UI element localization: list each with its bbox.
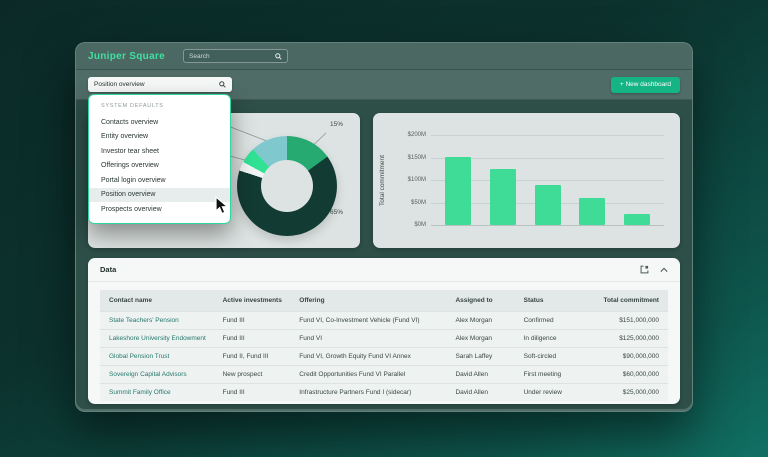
table-cell: $90,000,000 <box>583 353 668 360</box>
contact-link[interactable]: Lakeshore University Endowment <box>100 335 214 342</box>
dropdown-item[interactable]: Offerings overview <box>89 159 230 174</box>
table-cell: Confirmed <box>515 317 583 324</box>
dropdown-item[interactable]: Investor tear sheet <box>89 144 230 159</box>
table-body: State Teachers' PensionFund IIIFund VI, … <box>100 311 668 401</box>
table-cell: Under review <box>515 389 583 396</box>
y-tick-label: $50M <box>411 200 426 206</box>
y-tick-label: $150M <box>408 155 426 161</box>
dropdown-list: Contacts overviewEntity overviewInvestor… <box>89 115 230 217</box>
table-cell: Fund III <box>214 389 291 396</box>
table-cell: Credit Opportunities Fund VI Parallel <box>290 371 446 378</box>
table-cell: $60,000,000 <box>583 371 668 378</box>
table-cell: Fund VI, Co-Investment Vehicle (Fund VI) <box>290 317 446 324</box>
table-cell: Sarah Laffey <box>446 353 514 360</box>
table-cell: David Allen <box>446 389 514 396</box>
column-header[interactable]: Assigned to <box>446 297 514 304</box>
table-row[interactable]: State Teachers' PensionFund IIIFund VI, … <box>100 311 668 329</box>
bar[interactable] <box>624 214 650 225</box>
bar[interactable] <box>490 169 516 225</box>
table-cell: Fund II, Fund III <box>214 353 291 360</box>
table-header-row: Contact nameActive investmentsOfferingAs… <box>100 290 668 311</box>
table-row[interactable]: Global Pension TrustFund II, Fund IIIFun… <box>100 347 668 365</box>
table-cell: Fund III <box>214 317 291 324</box>
column-header[interactable]: Status <box>515 297 583 304</box>
table-cell: New prospect <box>214 371 291 378</box>
collapse-chevron-icon[interactable] <box>660 267 668 273</box>
juniper-square-logo: Juniper Square <box>88 51 165 62</box>
table-cell: Fund VI <box>290 335 446 342</box>
y-tick-label: $0M <box>414 222 426 228</box>
table-cell: Soft-circled <box>515 353 583 360</box>
contact-link[interactable]: Sovereign Capital Advisors <box>100 371 214 378</box>
dashboard-search-box[interactable] <box>88 77 232 92</box>
new-dashboard-button[interactable]: + New dashboard <box>611 77 680 93</box>
table-cell: David Allen <box>446 371 514 378</box>
app-header: Juniper Square <box>76 43 692 70</box>
table-cell: In diligence <box>515 335 583 342</box>
search-icon <box>275 53 282 60</box>
global-search-box[interactable] <box>183 49 288 63</box>
donut-label-65pct: 65% <box>330 209 343 216</box>
table-cell: Alex Morgan <box>446 317 514 324</box>
dropdown-item[interactable]: Contacts overview <box>89 115 230 130</box>
table-cell: First meeting <box>515 371 583 378</box>
column-header[interactable]: Contact name <box>100 297 214 304</box>
contact-link[interactable]: State Teachers' Pension <box>100 317 214 324</box>
table-cell: Alex Morgan <box>446 335 514 342</box>
column-header[interactable]: Offering <box>290 297 446 304</box>
table-cell: Fund III <box>214 335 291 342</box>
bar-chart[interactable]: Total commitment $200M$150M$100M$50M$0M <box>373 113 680 248</box>
donut-label-15pct: 15% <box>330 121 343 128</box>
y-axis-label: Total commitment <box>375 135 389 226</box>
dropdown-item[interactable]: Prospects overview <box>89 202 230 217</box>
column-header[interactable]: Total commitment <box>583 297 668 304</box>
expand-icon[interactable] <box>640 265 649 274</box>
table-row[interactable]: Summit Family OfficeFund IIIInfrastructu… <box>100 383 668 401</box>
contact-link[interactable]: Summit Family Office <box>100 389 214 396</box>
table-cell: $125,000,000 <box>583 335 668 342</box>
bar[interactable] <box>535 185 561 226</box>
bar[interactable] <box>445 157 471 225</box>
column-header[interactable]: Active investments <box>214 297 291 304</box>
data-panel-icons <box>640 265 668 274</box>
table-row[interactable]: Sovereign Capital AdvisorsNew prospectCr… <box>100 365 668 383</box>
bar[interactable] <box>579 198 605 225</box>
mouse-cursor <box>215 196 231 216</box>
dashboard-search-input[interactable] <box>94 81 219 88</box>
x-axis-line <box>431 225 664 226</box>
donut-chart[interactable] <box>237 136 337 236</box>
table-cell: $151,000,000 <box>583 317 668 324</box>
table-cell: $25,000,000 <box>583 389 668 396</box>
y-tick-label: $200M <box>408 132 426 138</box>
bars-container <box>431 135 664 225</box>
dropdown-item[interactable]: Portal login overview <box>89 173 230 188</box>
dropdown-section-label: SYSTEM DEFAULTS <box>89 103 230 115</box>
table-row[interactable]: Lakeshore University EndowmentFund IIIFu… <box>100 329 668 347</box>
table-cell: Infrastructure Partners Fund I (sidecar) <box>290 389 446 396</box>
data-panel-header: Data <box>88 258 680 282</box>
data-table: Contact nameActive investmentsOfferingAs… <box>100 290 668 401</box>
data-panel: Data Contact nameActive investmentsOffer… <box>88 258 680 404</box>
bar-chart-card: Total commitment $200M$150M$100M$50M$0M <box>373 113 680 248</box>
dropdown-item[interactable]: Position overview <box>89 188 230 203</box>
search-icon <box>219 81 226 88</box>
y-tick-label: $100M <box>408 177 426 183</box>
table-cell: Fund VI, Growth Equity Fund VI Annex <box>290 353 446 360</box>
global-search-input[interactable] <box>189 53 275 60</box>
bar-plot-area: $200M$150M$100M$50M$0M <box>431 135 664 225</box>
data-panel-title: Data <box>100 265 116 274</box>
donut-hole <box>261 160 313 212</box>
contact-link[interactable]: Global Pension Trust <box>100 353 214 360</box>
dropdown-item[interactable]: Entity overview <box>89 130 230 145</box>
search-results-dropdown: SYSTEM DEFAULTS Contacts overviewEntity … <box>88 94 231 224</box>
